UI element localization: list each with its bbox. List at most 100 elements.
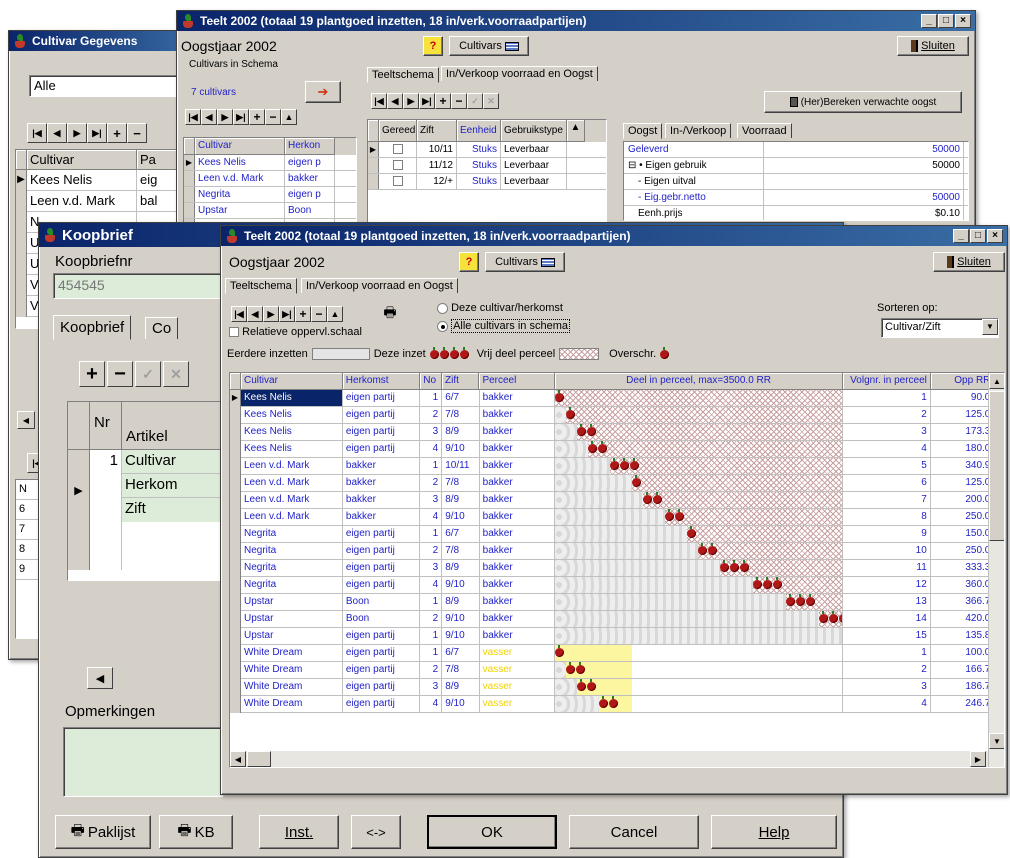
koopbriefnr-field[interactable]: 454545 <box>53 273 223 299</box>
paklijst-button[interactable]: 🖶 Paklijst <box>55 815 151 849</box>
cultivar-row[interactable]: Leen v.d. Mark bakker <box>184 171 356 187</box>
cultivars-button[interactable]: Cultivars <box>449 36 529 56</box>
add-button[interactable]: + <box>295 306 311 322</box>
col-perceel[interactable]: Perceel <box>479 373 556 390</box>
first-button[interactable]: |◀ <box>231 306 247 322</box>
prev-record-button[interactable]: ◀ <box>47 123 67 143</box>
schema-row[interactable]: Kees Nelis eigen partij 2 7/8 bakker 2 125.0 <box>230 407 1004 424</box>
last-button[interactable]: ▶| <box>419 93 435 109</box>
oogst-row[interactable]: Eenh.prijs $0.10 <box>624 206 968 220</box>
col-cultivar[interactable]: Cultivar <box>241 373 343 390</box>
scroll-up-button[interactable]: ▲ <box>989 373 1004 389</box>
col-artikel[interactable]: Artikel <box>122 402 226 449</box>
schema-row[interactable]: Leen v.d. Mark bakker 2 7/8 bakker 6 125.0 <box>230 475 1004 492</box>
schema-row[interactable]: White Dream eigen partij 4 9/10 vasser 4 246.7 <box>230 696 1004 713</box>
tab-inverkoop[interactable]: In/Verkoop voorraad en Oogst <box>441 66 598 81</box>
checkbox[interactable] <box>392 144 403 155</box>
delete-button[interactable]: − <box>107 361 133 387</box>
radio-deze-cultivar[interactable]: Deze cultivar/herkomst <box>437 302 563 314</box>
schema-row[interactable]: Upstar Boon 1 8/9 bakker 13 366.7 <box>230 594 1004 611</box>
schema-row[interactable]: Leen v.d. Mark bakker 1 10/11 bakker 5 340.9 <box>230 458 1004 475</box>
add-button[interactable]: + <box>435 93 451 109</box>
schema-row[interactable]: Negrita eigen partij 3 8/9 bakker 11 333.3 <box>230 560 1004 577</box>
tab-voorraad[interactable]: Voorraad <box>737 123 792 138</box>
help-question-button[interactable]: ? <box>459 252 479 272</box>
add-button[interactable]: + <box>249 109 265 125</box>
cancel-button[interactable]: ✕ <box>483 93 499 109</box>
horizontal-scrollbar[interactable]: ◀ ▶ <box>230 751 988 767</box>
delete-button[interactable]: − <box>451 93 467 109</box>
export-arrow-button[interactable]: ➔ <box>305 81 341 103</box>
hscroll-thumb[interactable] <box>247 751 271 767</box>
next-button[interactable]: ▶ <box>263 306 279 322</box>
oogst-row[interactable]: - Eigen uitval <box>624 174 968 190</box>
artikel-item[interactable]: Zift <box>122 498 226 522</box>
last-record-button[interactable]: ▶| <box>87 123 107 143</box>
close-button[interactable]: × <box>987 229 1003 243</box>
tab-co[interactable]: Co <box>145 317 179 339</box>
check-button[interactable]: ✓ <box>135 361 161 387</box>
schema-row[interactable]: White Dream eigen partij 3 8/9 vasser 3 186.7 <box>230 679 1004 696</box>
last-button[interactable]: ▶| <box>233 109 249 125</box>
sorteren-combo[interactable]: Cultivar/Zift ▼ <box>881 318 999 338</box>
col-volgnr[interactable]: Volgnr. in perceel <box>843 373 931 390</box>
prev-button[interactable]: ◀ <box>387 93 403 109</box>
teelt-row[interactable]: ▶ 10/11 Stuks Leverbaar <box>368 142 606 158</box>
swap-button[interactable]: <-> <box>351 815 401 849</box>
schema-row[interactable]: White Dream eigen partij 1 6/7 vasser 1 100.0 <box>230 645 1004 662</box>
oogst-row[interactable]: Geleverd 50000 <box>624 142 968 158</box>
scroll-up-button[interactable]: ▲ <box>567 120 585 142</box>
schema-row[interactable]: Upstar Boon 2 9/10 bakker 14 420.0 <box>230 611 1004 628</box>
first-button[interactable]: |◀ <box>371 93 387 109</box>
delete-button[interactable]: − <box>311 306 327 322</box>
col-zift[interactable]: Zift <box>417 120 457 142</box>
up-button[interactable]: ▲ <box>281 109 297 125</box>
col-herkomst[interactable]: Herkomst <box>342 373 421 390</box>
scroll-left-button[interactable]: ◀ <box>230 751 246 767</box>
schema-row[interactable]: Negrita eigen partij 1 6/7 bakker 9 150.0 <box>230 526 1004 543</box>
tab-inverkoop[interactable]: In/Verkoop voorraad en Oogst <box>301 278 458 293</box>
help-button[interactable]: Help <box>711 815 837 849</box>
col-cultivar[interactable]: Cultivar <box>27 150 137 170</box>
oogst-row[interactable]: - Eig.gebr.netto 50000 <box>624 190 968 206</box>
schema-row[interactable]: Negrita eigen partij 4 9/10 bakker 12 360.0 <box>230 577 1004 594</box>
relatief-checkbox[interactable]: Relatieve oppervl.schaal <box>229 326 362 338</box>
schema-row[interactable]: Kees Nelis eigen partij 3 8/9 bakker 3 173.3 <box>230 424 1004 441</box>
tab-teeltschema[interactable]: Teeltschema <box>225 278 297 294</box>
col-cultivar[interactable]: Cultivar <box>195 138 285 155</box>
artikel-row[interactable]: ▶ 1 Cultivar Herkom Zift <box>68 450 226 570</box>
scroll-left-button[interactable]: ◀ <box>17 411 35 429</box>
prev-button[interactable]: ◀ <box>201 109 217 125</box>
schema-row[interactable]: Leen v.d. Mark bakker 3 8/9 bakker 7 200.0 <box>230 492 1004 509</box>
col-gereed[interactable]: Gereed <box>379 120 417 142</box>
col-eenheid[interactable]: Eenheid <box>457 120 501 142</box>
schema-row[interactable]: Upstar eigen partij 1 9/10 bakker 15 135.8 <box>230 628 1004 645</box>
check-button[interactable]: ✓ <box>467 93 483 109</box>
checkbox[interactable] <box>392 160 403 171</box>
col-opp-rr[interactable]: Opp RR <box>930 373 995 390</box>
col-no[interactable]: No <box>420 373 442 390</box>
col-nr[interactable]: Nr <box>90 402 122 449</box>
next-button[interactable]: ▶ <box>217 109 233 125</box>
delete-button[interactable]: − <box>265 109 281 125</box>
teelt-titlebar[interactable]: Teelt 2002 (totaal 19 plantgoed inzetten… <box>221 226 1007 246</box>
cultivar-row[interactable]: ▶ Kees Nelis eigen p <box>184 155 356 171</box>
scroll-down-button[interactable]: ▼ <box>989 733 1004 749</box>
opmerkingen-field[interactable] <box>63 727 223 797</box>
schema-row[interactable]: Kees Nelis eigen partij 4 9/10 bakker 4 180.0 <box>230 441 1004 458</box>
col-zift[interactable]: Zift <box>442 373 480 390</box>
prev-button[interactable]: ◀ <box>247 306 263 322</box>
help-question-button[interactable]: ? <box>423 36 443 56</box>
sluiten-button[interactable]: Sluiten <box>897 36 969 56</box>
cultivar-row[interactable]: Upstar Boon <box>184 203 356 219</box>
schema-row[interactable]: Negrita eigen partij 2 7/8 bakker 10 250.0 <box>230 543 1004 560</box>
artikel-item[interactable]: Herkom <box>122 474 226 498</box>
up-button[interactable]: ▲ <box>327 306 343 322</box>
schema-row[interactable]: ▶ Kees Nelis eigen partij 1 6/7 bakker 1 90.0 <box>230 390 1004 407</box>
delete-record-button[interactable]: − <box>127 123 147 143</box>
teelt-row[interactable]: 11/12 Stuks Leverbaar <box>368 158 606 174</box>
minimize-button[interactable]: _ <box>953 229 969 243</box>
last-button[interactable]: ▶| <box>279 306 295 322</box>
gereed-cell[interactable] <box>379 174 417 189</box>
maximize-button[interactable]: □ <box>938 14 954 28</box>
